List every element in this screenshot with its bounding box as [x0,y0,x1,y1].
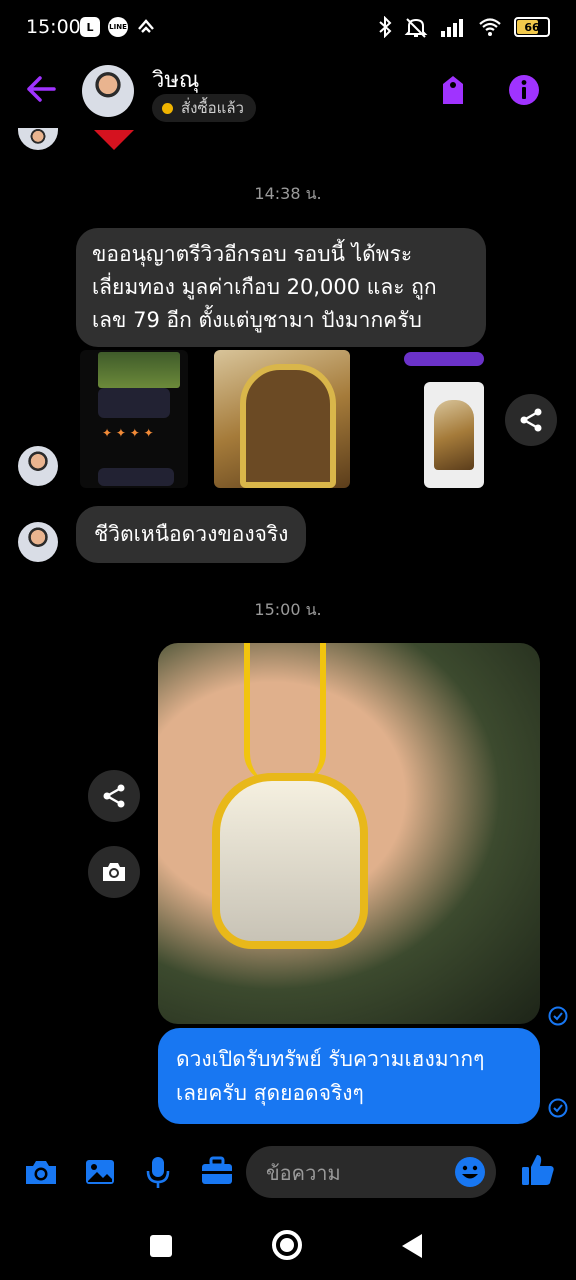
notification-icons: L LINE [80,17,156,41]
info-button[interactable] [508,74,540,110]
share-icon [520,408,542,432]
outgoing-amulet-photo[interactable] [158,643,540,1024]
screenshot-bubble-1 [98,388,170,418]
thumbs-up-icon [522,1155,554,1185]
party-emoji-icon: ✦ ✦ ✦ ✦ [102,426,154,440]
line-app-icon: LINE [108,17,128,37]
line-badge-icon: L [80,17,100,37]
gallery-button[interactable] [84,1157,116,1191]
order-status-label: สั่งซื้อแล้ว [181,99,244,117]
outgoing-message-bubble[interactable]: ดวงเปิดรับทรัพย์ รับความเฮงมากๆ เลยครับ … [158,1028,540,1124]
tag-icon [443,76,463,104]
outgoing-message-line-1: ดวงเปิดรับทรัพย์ รับความเฮงมากๆ [176,1047,485,1071]
share-button[interactable] [505,394,557,446]
screenshot-banner [98,352,180,388]
timestamp-1500: 15:00 น. [254,600,322,619]
amulet-frame-small [434,400,474,470]
camera-icon [103,863,125,881]
outgoing-message-line-2: เลยครับ สุดยอดจริงๆ [176,1081,364,1105]
screenshot-bubble-2 [98,468,174,486]
contact-avatar[interactable] [82,65,134,117]
camera-icon [26,1161,56,1184]
order-status-chip[interactable]: สั่งซื้อแล้ว [152,94,256,122]
heart-reaction-icon [94,130,134,154]
seen-check-icon [548,1006,568,1030]
system-status-icons: 66 [378,16,550,38]
gold-chain [244,643,326,783]
reply-message-bubble[interactable]: ชีวิตเหนือดวงของจริง [76,506,307,563]
previous-avatar [18,128,58,150]
microphone-icon [146,1157,170,1188]
back-button[interactable] [26,74,56,108]
wifi-icon [479,18,501,36]
review-message-line-3: เลข 79 อีก ตั้งแต่บูชามา ปังมากครับ [92,308,422,332]
amulet-frame [240,364,336,488]
chat-screenshot-image[interactable]: ✦ ✦ ✦ ✦ [80,350,188,488]
image-icon [86,1160,114,1184]
battery-level: 66 [524,20,540,34]
amulet-photo-2[interactable] [424,382,484,488]
status-dot [162,102,173,114]
sync-icon [136,17,156,41]
camera-effect-button[interactable] [88,846,140,898]
like-button[interactable] [520,1152,556,1192]
screenshot-label-strip [404,352,484,366]
camera-button[interactable] [24,1157,58,1191]
bluetooth-icon [379,16,392,38]
review-message-bubble[interactable]: ขออนุญาตรีวิวอีกรอบ รอบนี้ ได้พระ เลี่ยม… [76,228,486,347]
amulet-photo-1[interactable] [214,350,350,488]
sender-avatar[interactable] [18,522,58,562]
briefcase-icon [202,1156,232,1184]
timestamp-1438: 14:38 น. [254,184,322,203]
home-button[interactable] [272,1230,302,1260]
share-photo-button[interactable] [88,770,140,822]
back-nav-button[interactable] [400,1233,424,1263]
message-input[interactable] [264,1146,448,1200]
review-message-line-2: เลี่ยมทอง มูลค่าเกือบ 20,000 และ ถูก [92,275,437,299]
sender-avatar[interactable] [18,446,58,486]
emoji-icon [455,1157,485,1187]
share-icon [103,784,125,808]
back-triangle-icon [402,1234,422,1258]
voice-button[interactable] [146,1155,170,1193]
system-navigation-bar [0,1214,576,1280]
home-dot [280,1238,294,1252]
business-tools-button[interactable] [200,1156,234,1190]
review-message-line-1: ขออนุญาตรีวิวอีกรอบ รอบนี้ ได้พระ [92,242,413,266]
pendant-frame [212,773,368,949]
reply-message-text: ชีวิตเหนือดวงของจริง [94,522,289,546]
recents-button[interactable] [150,1235,172,1257]
battery-icon: 66 [514,17,550,37]
seen-check-icon [548,1098,568,1122]
back-arrow-icon [27,76,56,102]
label-button[interactable] [438,74,468,110]
signal-icon [441,19,463,37]
status-time: 15:00 [26,16,81,38]
info-icon [509,75,539,105]
message-composer[interactable] [246,1146,496,1200]
emoji-button[interactable] [454,1156,486,1192]
contact-name[interactable]: วิษณุ [152,62,199,97]
mute-icon [404,18,428,38]
